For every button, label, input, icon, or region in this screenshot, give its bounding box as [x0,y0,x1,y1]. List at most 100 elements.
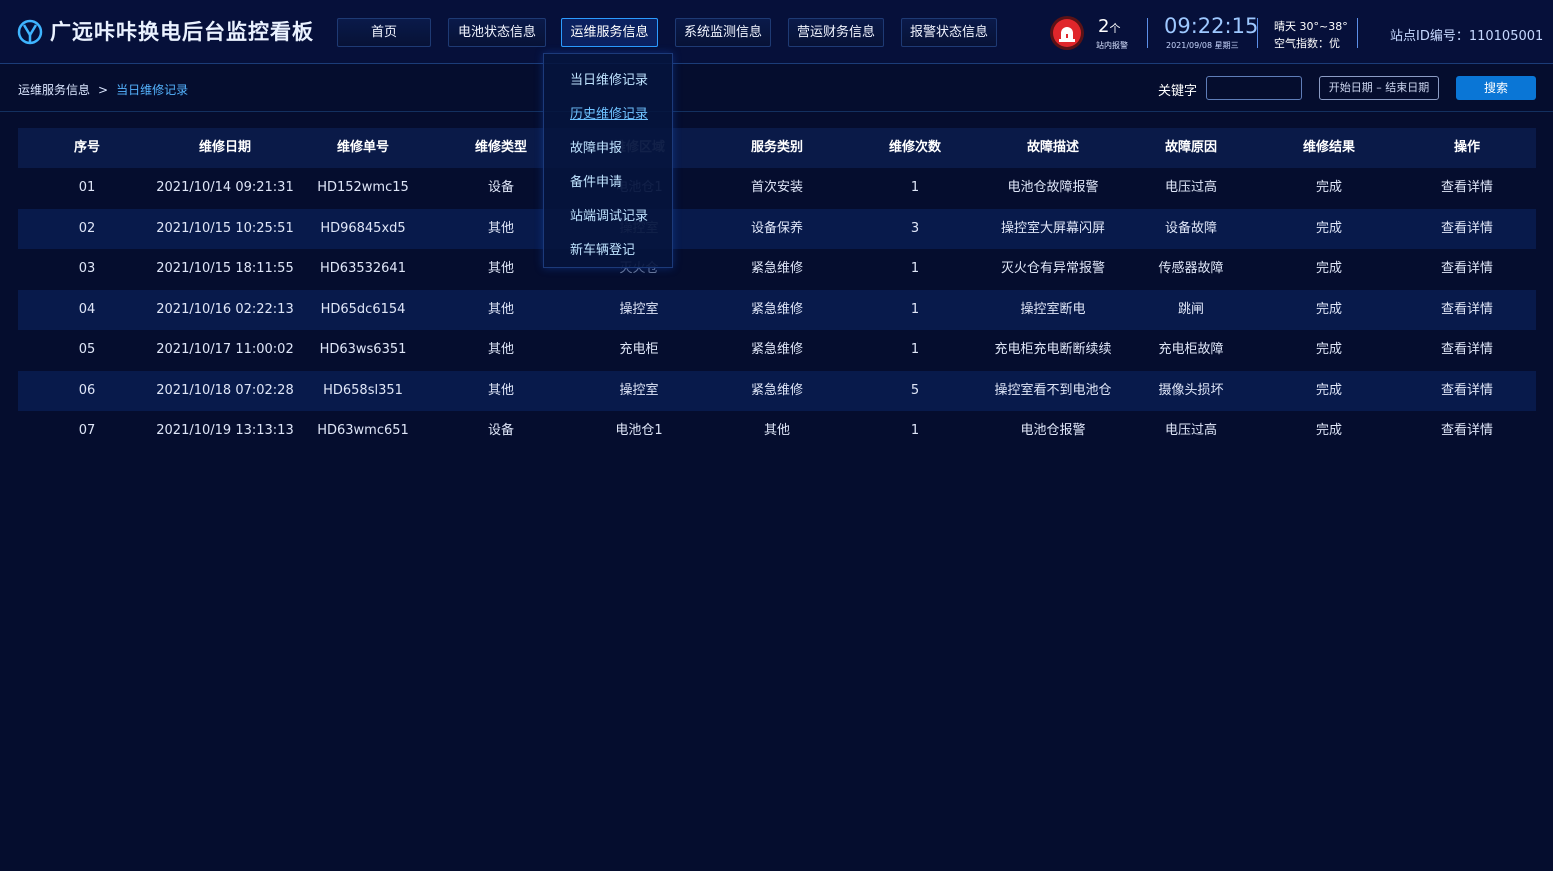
row-index: 02 [78,220,96,236]
repair-count: 3 [910,220,920,236]
row-index: 05 [78,342,96,357]
top-header: 广远咔咔换电后台监控看板 首页 电池状态信息 运维服务信息 系统监测信息 营运财… [0,0,1553,64]
repair-date: 2021/10/14 09:21:31 [156,180,294,195]
table-row: 03 2021/10/15 18:11:55 HD63532641 其他 灭火仓 紧急维修… [18,249,1536,290]
repair-count: 1 [910,301,920,317]
fault-description: 充电柜充电断断续续 [994,342,1112,357]
table-row: 012021/10/14 09:21:31HD152wmc15设备电池仓1首次安… [18,168,1536,209]
breadcrumb: 运维服务信息 > 当日维修记录 [18,81,188,98]
column-header: 维修日期 [198,140,251,155]
clock-time: 09:22:15 [1164,14,1259,38]
view-details-link[interactable]: 查看详情 [1398,411,1536,452]
repair-date: 2021/10/17 11:00:02 [156,342,294,357]
row-index: 03 [78,261,96,276]
fault-description: 操控室看不到电池仓 [994,382,1112,398]
row-index: 04 [78,301,96,317]
column-header: 序号 [73,140,100,155]
row-index: 01 [78,180,96,195]
repair-count: 1 [910,180,920,195]
view-details-link[interactable]: 查看详情 [1398,371,1536,412]
repair-result: 完成 [1315,382,1342,398]
repair-type: 其他 [487,382,514,398]
keyword-label: 关键字 [1158,84,1198,99]
column-header: 维修结果 [1302,140,1355,155]
keyword-input[interactable] [1206,76,1302,100]
header-divider [1257,18,1258,48]
table-header: 序号 维修日期 维修单号 维修类型 维修区域 服务类别 维修次数 故障描述 故障… [18,128,1536,168]
alarm-siren-icon[interactable] [1049,15,1085,51]
row-index: 06 [78,382,96,398]
service-category: 其他 [763,423,790,438]
nav-tab-battery-status[interactable]: 电池状态信息 [448,18,546,47]
header-divider [1357,18,1358,48]
repair-order-no: HD658sl351 [323,382,403,398]
repair-area: 电池仓1 [615,423,663,438]
fault-description: 操控室断电 [1020,301,1086,317]
column-header: 维修次数 [888,140,941,155]
search-button[interactable]: 搜索 [1456,76,1536,100]
alarm-count: 2个 [1098,16,1120,37]
alarm-label: 站内报警 [1096,41,1128,50]
repair-result: 完成 [1315,220,1342,236]
repair-area: 操控室 [619,301,659,317]
repair-result: 完成 [1315,423,1342,438]
table-row: 07 2021/10/19 13:13:13 HD63wmc651 设备 电池仓1 其他 1… [18,411,1536,452]
menu-item-station-debug-log[interactable]: 站端调试记录 [570,205,648,224]
clock-date: 2021/09/08 星期三 [1166,41,1239,50]
station-id: 站点ID编号：110105001 [1390,29,1544,44]
table-row: 04 2021/10/16 02:22:13 HD65dc6154 其他 操控室 紧急维修… [18,289,1536,331]
repair-order-no: HD63532641 [320,261,406,276]
repair-date: 2021/10/18 07:02:28 [156,382,294,398]
repair-date: 2021/10/15 18:11:55 [156,261,294,276]
repair-order-no: HD65dc6154 [320,301,406,317]
fault-cause: 电压过高 [1164,180,1217,195]
repair-date: 2021/10/16 02:22:13 [156,301,294,317]
menu-item-spare-parts-request[interactable]: 备件申请 [570,171,622,190]
view-details-link[interactable]: 查看详情 [1398,249,1536,290]
menu-item-history-repairs[interactable]: 历史维修记录 [570,103,648,122]
row-index: 07 [78,423,96,438]
service-category: 紧急维修 [750,261,803,276]
repair-count: 5 [910,382,920,398]
menu-item-fault-report[interactable]: 故障申报 [570,137,622,156]
toolbar: 运维服务信息 > 当日维修记录 关键字 开始日期 – 结束日期 搜索 [0,64,1553,112]
repair-result: 完成 [1315,342,1342,357]
menu-item-new-vehicle-registration[interactable]: 新车辆登记 [570,239,635,258]
weather-text: 晴天 30°~38° [1274,20,1348,33]
app-title: 广远咔咔换电后台监控看板 [50,20,314,44]
view-details-link[interactable]: 查看详情 [1398,209,1536,250]
nav-tab-alarm-status[interactable]: 报警状态信息 [901,18,997,47]
fault-description: 操控室大屏幕闪屏 [1000,220,1105,236]
logo-icon [17,19,43,45]
table-row: 06 2021/10/18 07:02:28 HD658sl351 其他 操控室 紧急维修… [18,370,1536,412]
repair-area: 充电柜 [619,342,659,357]
service-category: 紧急维修 [750,382,803,398]
header-divider [1147,18,1148,48]
table-row: 05 2021/10/17 11:00:02 HD63ws6351 其他 充电柜 紧急维修… [18,330,1536,371]
column-header: 故障描述 [1026,140,1079,155]
view-details-link[interactable]: 查看详情 [1398,330,1536,371]
view-details-link[interactable]: 查看详情 [1398,290,1536,331]
repair-order-no: HD63ws6351 [319,342,407,357]
fault-cause: 电压过高 [1164,423,1217,438]
fault-cause: 充电柜故障 [1158,342,1224,357]
breadcrumb-current: 当日维修记录 [116,83,189,97]
table-body: 01 2021/10/14 09:21:31 HD152wmc15 设备 电池仓1 首次安… [18,168,1536,452]
alarm-count-unit: 个 [1109,22,1121,35]
menu-item-today-repairs[interactable]: 当日维修记录 [570,69,648,88]
breadcrumb-parent[interactable]: 运维服务信息 [18,83,90,97]
service-category: 紧急维修 [750,301,803,317]
repair-result: 完成 [1315,261,1342,276]
nav-tab-maintenance-service[interactable]: 运维服务信息 [561,18,658,47]
nav-tab-system-monitoring[interactable]: 系统监测信息 [675,18,771,47]
column-header: 故障原因 [1164,140,1217,155]
fault-description: 电池仓故障报警 [1007,180,1099,195]
nav-tab-operations-finance[interactable]: 营运财务信息 [788,18,884,47]
view-details-link[interactable]: 查看详情 [1398,168,1536,209]
nav-tab-home[interactable]: 首页 [337,18,431,47]
breadcrumb-separator: > [98,83,109,97]
repair-order-no: HD152wmc15 [317,180,409,195]
air-quality: 空气指数：优 [1274,37,1340,50]
date-range-picker[interactable]: 开始日期 – 结束日期 [1319,76,1439,100]
service-category: 首次安装 [750,180,803,195]
